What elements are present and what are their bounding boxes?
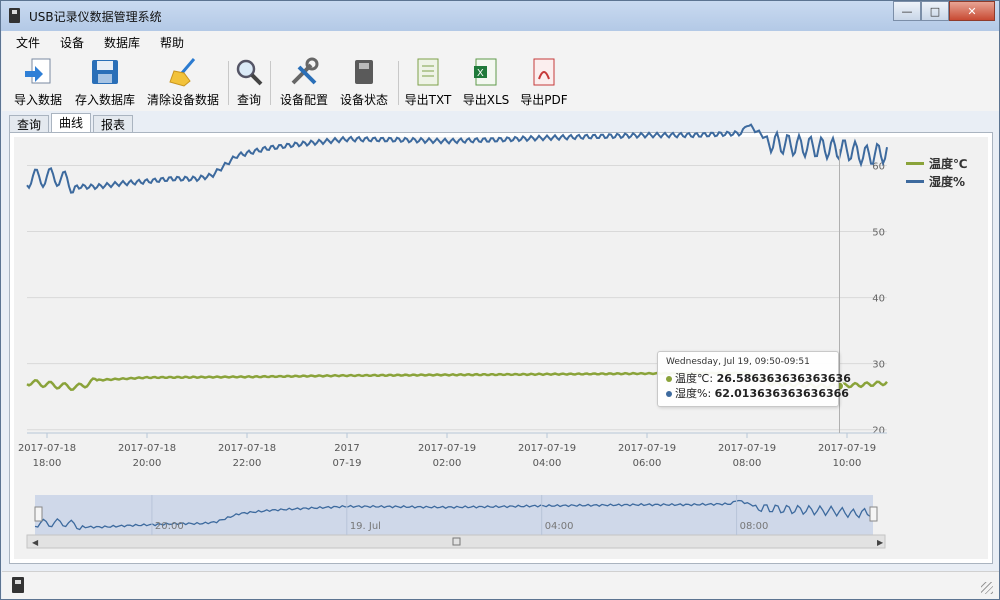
tooltip-temp-dot [666,376,672,382]
usb-device-status-icon [12,577,24,593]
series-humidity-line [26,123,888,194]
x-tick-time-label: 08:00 [733,458,762,469]
navigator-right-handle [869,506,878,522]
legend-humidity[interactable]: 湿度% [906,172,968,190]
chart-legend: 温度℃ 湿度% [906,154,968,190]
tooltip-temp-name: 温度℃ [675,372,710,385]
app-window: USB记录仪数据管理系统 — □ ✕ 文件 设备 数据库 帮助 导入数据 存入数… [0,0,1000,600]
tooltip-row-temperature: 温度℃: 26.586363636363636 [666,371,851,386]
x-tick-date-label: 2017-07-19 [618,443,676,454]
x-tick-date-label: 2017-07-19 [818,443,876,454]
chart-tooltip: Wednesday, Jul 19, 09:50-09:51 温度℃: 26.5… [657,351,851,407]
navigator-label: 04:00 [545,521,574,532]
x-tick-date-label: 2017-07-18 [118,443,176,454]
tooltip-hum-dot [666,391,672,397]
navigator-left-handle [34,506,43,522]
legend-hum-swatch [906,179,924,183]
legend-temp-swatch [906,161,924,165]
x-tick-time-label: 22:00 [233,458,262,469]
y-tick-label: 40 [872,294,885,305]
resize-grip[interactable] [981,582,993,594]
y-tick-label: 50 [872,228,885,239]
status-bar [2,571,999,599]
navigator-label: 19. Jul [350,521,381,532]
x-tick-time-label: 02:00 [433,458,462,469]
scroll-left-arrow: ◀ [32,538,39,547]
x-tick-date-label: 2017-07-18 [218,443,276,454]
x-tick-date-label: 2017-07-19 [418,443,476,454]
y-tick-label: 30 [872,360,885,371]
navigator-scrollbar [26,534,886,549]
tooltip-hum-name: 湿度% [675,387,708,400]
x-tick-time-label: 07-19 [332,458,361,469]
x-tick-time-label: 06:00 [633,458,662,469]
tooltip-row-humidity: 湿度%: 62.013636363636366 [666,386,849,401]
x-tick-date-label: 2017-07-19 [518,443,576,454]
x-tick-date-label: 2017-07-19 [718,443,776,454]
tooltip-temp-value: 26.586363636363636 [716,372,851,385]
y-tick-label: 20 [872,426,885,437]
tooltip-header: Wednesday, Jul 19, 09:50-09:51 [666,357,810,367]
x-tick-time-label: 10:00 [833,458,862,469]
legend-temperature[interactable]: 温度℃ [906,154,968,172]
x-tick-time-label: 18:00 [33,458,62,469]
x-tick-time-label: 20:00 [133,458,162,469]
line-chart: 20304050602017-07-1818:002017-07-1820:00… [18,123,888,549]
navigator-label: 20:00 [155,521,184,532]
navigator-label: 08:00 [740,521,769,532]
x-tick-date-label: 2017 [334,443,359,454]
scroll-right-arrow: ▶ [877,538,884,547]
legend-temp-label: 温度℃ [929,156,968,171]
tooltip-hum-value: 62.013636363636366 [714,387,849,400]
x-tick-date-label: 2017-07-18 [18,443,76,454]
x-tick-time-label: 04:00 [533,458,562,469]
legend-hum-label: 湿度% [929,174,966,189]
